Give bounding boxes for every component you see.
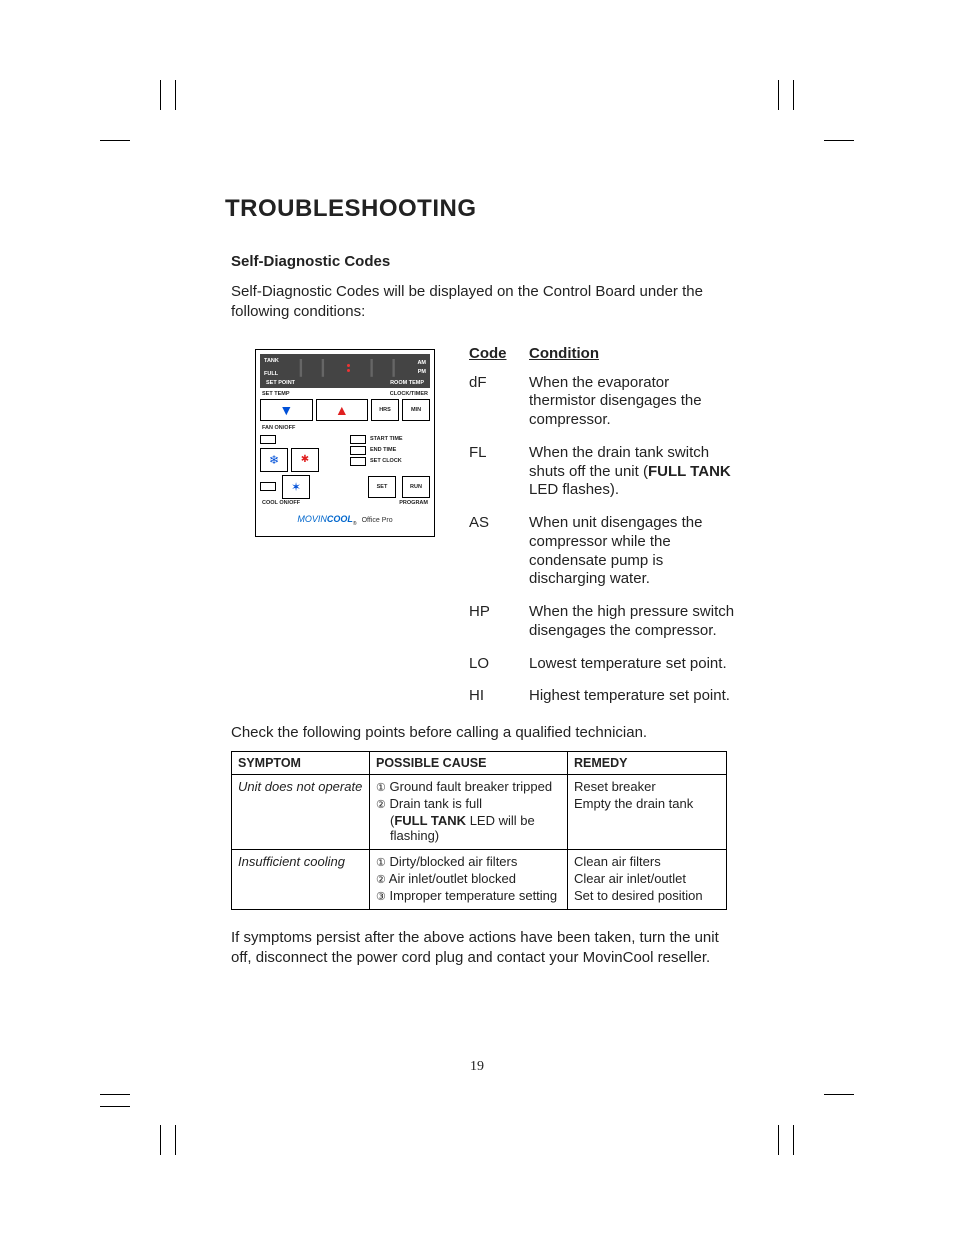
fan-onoff-label: FAN ON/OFF [260, 425, 430, 431]
control-panel-illustration: TANK FULL ┃ ┃ ┃ ┃ AM PM SET POINT ROOM T… [255, 349, 435, 538]
condition-hp: When the high pressure switch disengages… [529, 603, 735, 641]
brand-line: MOVINCOOL® Office Pro [260, 514, 430, 527]
codes-list: Code Condition dF When the evaporator th… [469, 345, 735, 707]
code-fl: FL [469, 444, 529, 500]
end-time-toggle [350, 446, 366, 455]
start-time-label: START TIME [370, 436, 403, 442]
symptom-2: Insufficient cooling [232, 850, 370, 910]
condition-df: When the evaporator thermistor disengage… [529, 374, 735, 430]
table-row: Unit does not operate ① Ground fault bre… [232, 775, 727, 850]
section-subtitle: Self-Diagnostic Codes [231, 253, 735, 270]
full-label: FULL [264, 370, 279, 379]
page-number: 19 [0, 1059, 954, 1075]
code-hi: HI [469, 687, 529, 706]
temp-up-button: ▲ [316, 399, 369, 421]
remedy-1: Reset breaker Empty the drain tank [568, 775, 727, 850]
code-header: Code [469, 345, 529, 362]
condition-header: Condition [529, 345, 599, 362]
code-df: dF [469, 374, 529, 430]
start-time-toggle [350, 435, 366, 444]
troubleshoot-table: SYMPTOM POSSIBLE CAUSE REMEDY Unit does … [231, 751, 727, 910]
persist-text: If symptoms persist after the above acti… [231, 928, 729, 969]
code-lo: LO [469, 655, 529, 674]
set-clock-toggle [350, 457, 366, 466]
code-as: AS [469, 514, 529, 589]
condition-fl: When the drain tank switch shuts off the… [529, 444, 735, 500]
intro-text: Self-Diagnostic Codes will be displayed … [231, 282, 735, 323]
fan-speed-icon: ❄ [260, 448, 288, 472]
room-temp-label: ROOM TEMP [390, 380, 424, 386]
table-row: Insufficient cooling ① Dirty/blocked air… [232, 850, 727, 910]
clock-timer-label: CLOCK/TIMER [390, 391, 428, 397]
check-text: Check the following points before callin… [231, 724, 735, 741]
fan-mode-icon: ✱ [291, 448, 319, 472]
cool-onoff-label: COOL ON/OFF [262, 500, 300, 506]
fan-toggle [260, 435, 276, 444]
pm-label: PM [417, 368, 426, 377]
cause-1: ① Ground fault breaker tripped ② Drain t… [370, 775, 568, 850]
program-label: PROGRAM [399, 500, 428, 506]
th-symptom: SYMPTOM [232, 752, 370, 775]
hrs-button: HRS [371, 399, 399, 421]
remedy-2: Clean air filters Clear air inlet/outlet… [568, 850, 727, 910]
th-remedy: REMEDY [568, 752, 727, 775]
code-hp: HP [469, 603, 529, 641]
cool-toggle [260, 482, 276, 491]
tank-label: TANK [264, 357, 279, 366]
condition-as: When unit disengages the compressor whil… [529, 514, 735, 589]
min-button: MIN [402, 399, 430, 421]
end-time-label: END TIME [370, 447, 396, 453]
condition-hi: Highest temperature set point. [529, 687, 730, 706]
set-button: SET [368, 476, 396, 498]
seven-seg-right: ┃ ┃ [367, 359, 400, 377]
page-title: TROUBLESHOOTING [225, 195, 735, 223]
condition-lo: Lowest temperature set point. [529, 655, 727, 674]
temp-down-button: ▼ [260, 399, 313, 421]
cool-mode-icon: ✶ [282, 475, 310, 499]
set-temp-label: SET TEMP [262, 391, 290, 397]
set-clock-label: SET CLOCK [370, 458, 402, 464]
set-point-label: SET POINT [266, 380, 295, 386]
cause-2: ① Dirty/blocked air filters ② Air inlet/… [370, 850, 568, 910]
page-content: TROUBLESHOOTING Self-Diagnostic Codes Se… [225, 195, 735, 969]
am-label: AM [417, 359, 426, 368]
symptom-1: Unit does not operate [232, 775, 370, 850]
seven-seg-left: ┃ ┃ [296, 359, 329, 377]
run-button: RUN [402, 476, 430, 498]
th-cause: POSSIBLE CAUSE [370, 752, 568, 775]
